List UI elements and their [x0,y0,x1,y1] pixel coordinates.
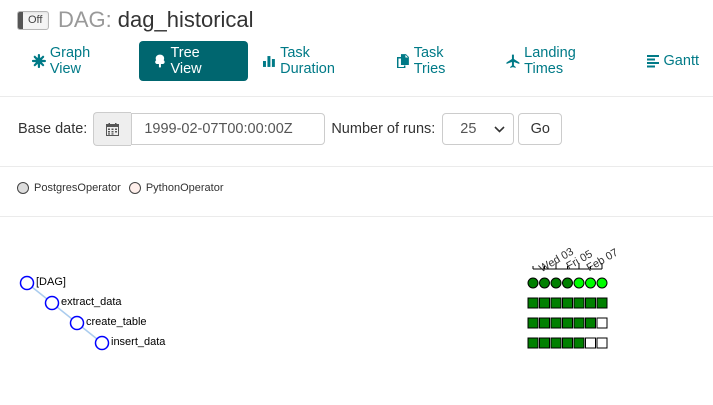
legend-dot [17,182,29,194]
divider [0,96,713,97]
base-date-input[interactable] [131,113,326,145]
tab-label: Gantt [663,53,699,69]
dag-pause-toggle[interactable]: Off [17,10,49,30]
tab-label: Tree View [170,45,202,77]
bar-chart-icon [263,56,276,67]
duplicate-icon [396,54,409,68]
dag-run-circle[interactable] [573,277,585,289]
task-instance-square[interactable] [527,337,539,349]
dag-prefix: DAG: [58,7,112,32]
tab-label: Graph View [49,45,91,77]
num-runs-select[interactable]: 25 [442,113,515,145]
view-tabs: Graph View Tree View Task Duration Task … [18,41,713,81]
task-instance-square[interactable] [562,337,573,349]
task-node-label[interactable]: [DAG] [36,276,66,288]
task-node-label[interactable]: insert_data [111,336,165,348]
task-instance-square[interactable] [585,337,596,349]
tree-view: Wed 03 Fri 05 Feb 07 [DAG] extract_data crea… [0,230,713,405]
task-node-label[interactable]: extract_data [61,296,122,308]
go-button[interactable]: Go [518,113,563,145]
page-title: dag_historical [117,7,254,32]
task-node[interactable] [94,335,110,351]
tab-graph-view[interactable]: Graph View [18,41,139,81]
task-instance-square[interactable] [539,297,550,309]
task-instance-square[interactable] [585,317,596,329]
dag-run-circle[interactable] [585,277,596,289]
task-instance-square[interactable] [596,317,608,329]
task-instance-square[interactable] [539,317,550,329]
legend-dot [128,182,141,194]
calendar-button[interactable] [93,112,132,146]
task-instance-square[interactable] [585,297,596,309]
task-instance-square[interactable] [527,317,539,329]
task-node[interactable] [44,295,60,311]
task-instance-square[interactable] [550,337,562,349]
tab-task-tries[interactable]: Task Tries [382,41,492,81]
plane-icon [506,54,520,68]
dag-run-circle[interactable] [596,277,608,289]
calendar-icon [106,122,120,136]
align-left-icon [646,55,659,68]
dag-run-circle[interactable] [539,277,550,289]
base-date-label: Base date: [18,121,88,137]
task-instance-square[interactable] [573,297,585,309]
task-node[interactable] [69,315,85,331]
legend-label: PostgresOperator [34,182,121,194]
tree-icon [154,54,165,68]
toggle-label: Off [28,14,43,26]
task-instance-square[interactable] [573,337,585,349]
task-instance-square[interactable] [562,297,573,309]
dag-run-circle[interactable] [550,277,562,289]
tab-tree-view[interactable]: Tree View [138,41,249,81]
task-instance-square[interactable] [550,297,562,309]
operator-legend: PostgresOperator PythonOperator [17,182,231,194]
tab-label: Task Duration [280,45,335,77]
tab-gantt[interactable]: Gantt [632,41,713,81]
task-instance-square[interactable] [527,297,539,309]
task-instance-square[interactable] [573,317,585,329]
tab-label: Landing Times [524,45,576,77]
asterisk-icon [32,54,46,68]
page-header: Off DAG: dag_historical [17,6,254,34]
legend-item-postgres: PostgresOperator [17,182,121,194]
num-runs-label: Number of runs: [331,121,436,137]
legend-item-python: PythonOperator [128,182,224,194]
legend-label: PythonOperator [145,182,224,194]
divider [0,216,713,217]
tab-task-duration[interactable]: Task Duration [248,41,382,81]
task-node[interactable] [19,275,35,291]
task-instance-square[interactable] [562,317,573,329]
dag-run-circle[interactable] [562,277,573,289]
task-instance-square[interactable] [539,337,550,349]
tab-label: Task Tries [413,45,446,77]
task-instance-square[interactable] [550,317,562,329]
divider [0,166,713,167]
task-instance-square[interactable] [596,337,608,349]
tab-landing-times[interactable]: Landing Times [492,41,631,81]
dag-run-circle[interactable] [527,277,539,289]
task-node-label[interactable]: create_table [86,316,147,328]
chevron-down-icon [494,125,505,133]
tree-view-form: Base date: Number of runs: 25 Go [18,112,563,146]
num-runs-value: 25 [460,121,477,137]
task-instance-square[interactable] [596,297,608,309]
